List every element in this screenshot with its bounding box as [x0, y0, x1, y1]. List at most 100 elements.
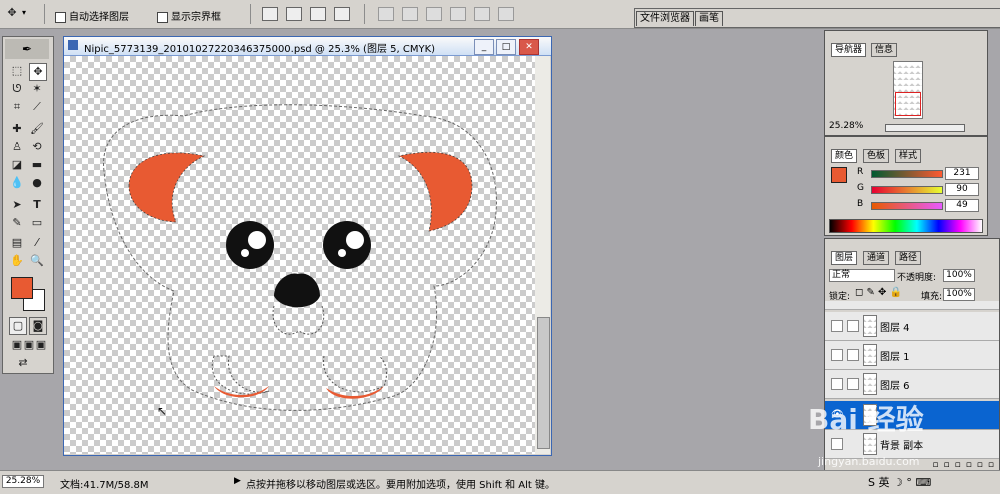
bear-artwork: ↖ [103, 104, 497, 418]
tab-color[interactable]: 颜色 [831, 149, 858, 163]
marquee-tool-icon[interactable]: ⬚ [9, 63, 25, 79]
tab-swatches[interactable]: 色板 [863, 149, 890, 163]
magic-wand-tool-icon[interactable]: ✶ [29, 81, 45, 97]
visibility-toggle[interactable] [831, 349, 843, 361]
channel-slider-r[interactable] [871, 170, 943, 178]
fill-input[interactable]: 100% [943, 288, 975, 301]
shape-tool-icon[interactable]: ▭ [29, 215, 45, 231]
history-brush-icon[interactable]: ⟲ [29, 139, 45, 155]
tab-navigator[interactable]: 导航器 [831, 43, 867, 57]
auto-select-option[interactable]: 自动选择图层 [55, 8, 129, 23]
close-button[interactable]: ✕ [519, 39, 539, 55]
tab-layers[interactable]: 图层 [831, 251, 858, 265]
minimize-button[interactable]: _ [474, 39, 494, 55]
document-window: Nipic_5773139_20101027220346375000.psd @… [63, 36, 552, 456]
scrollbar-thumb[interactable] [537, 317, 550, 449]
color-spectrum-bar[interactable] [829, 219, 983, 233]
move-tool-icon[interactable]: ✥ [29, 63, 47, 81]
distribute-right-icon[interactable] [498, 7, 514, 21]
canvas[interactable]: ↖ [64, 56, 535, 454]
screen-mode-full-icon[interactable]: ▣ [33, 337, 49, 353]
align-left-icon[interactable] [334, 7, 350, 21]
left-paw [214, 386, 269, 398]
ime-indicator[interactable]: S 英 ☽ ° ⌨ [868, 474, 931, 490]
move-tool-preset-icon[interactable]: ✥ [4, 5, 20, 21]
align-vcenter-icon[interactable] [286, 7, 302, 21]
blur-tool-icon[interactable]: 💧 [9, 175, 25, 191]
layer-row-partial[interactable] [825, 301, 999, 310]
color-foreground-swatch[interactable] [831, 167, 847, 183]
navigator-zoom[interactable]: 25.28% [829, 121, 863, 131]
lock-icons[interactable]: ◻ ✎ ✥ 🔒 [855, 287, 902, 298]
navigator-panel: 导航器 信息 25.28% [824, 30, 988, 136]
layer-name: 图层 4 [880, 323, 910, 334]
eraser-tool-icon[interactable]: ◪ [9, 157, 25, 173]
navigator-view-box[interactable] [895, 92, 921, 116]
tab-info[interactable]: 信息 [871, 43, 898, 57]
lasso-tool-icon[interactable]: ᘎ [9, 81, 25, 97]
dodge-tool-icon[interactable]: ● [29, 175, 45, 191]
tab-styles[interactable]: 样式 [895, 149, 922, 163]
channel-slider-g[interactable] [871, 186, 943, 194]
play-arrow-icon: ▶ [234, 476, 241, 486]
align-bottom-icon[interactable] [310, 7, 326, 21]
visibility-toggle[interactable] [831, 378, 843, 390]
left-ear [128, 152, 206, 223]
visibility-toggle[interactable] [831, 320, 843, 332]
auto-select-checkbox[interactable] [55, 11, 66, 23]
distribute-vcenter-icon[interactable] [402, 7, 418, 21]
opacity-input[interactable]: 100% [943, 269, 975, 282]
notes-tool-icon[interactable]: ▤ [9, 235, 25, 251]
channel-slider-b[interactable] [871, 202, 943, 210]
hand-tool-icon[interactable]: ✋ [9, 253, 25, 269]
maximize-button[interactable]: □ [496, 39, 516, 55]
brush-tool-icon[interactable]: 🖌 [29, 121, 45, 137]
status-zoom-input[interactable]: 25.28% [2, 475, 44, 488]
clone-stamp-icon[interactable]: ♙ [9, 139, 25, 155]
layer-row[interactable]: 图层 4 [825, 312, 999, 341]
channel-input-b[interactable]: 49 [945, 199, 979, 212]
distribute-bottom-icon[interactable] [426, 7, 442, 21]
link-toggle[interactable] [847, 378, 859, 390]
separator [44, 4, 45, 24]
link-toggle[interactable] [847, 349, 859, 361]
visibility-toggle[interactable] [831, 438, 843, 450]
quick-mask-icon[interactable]: ◙ [29, 317, 47, 335]
navigator-preview[interactable] [893, 61, 923, 119]
tab-file-browser[interactable]: 文件浏览器 [636, 11, 694, 26]
navigator-zoom-slider[interactable] [885, 124, 965, 132]
document-size-info[interactable]: 文档:41.7M/58.8M [60, 476, 149, 491]
type-tool-icon[interactable]: T [29, 197, 45, 213]
jump-to-imageready-icon[interactable]: ⇄ [15, 355, 31, 371]
tab-paths[interactable]: 路径 [895, 251, 922, 265]
zoom-tool-icon[interactable]: 🔍 [29, 253, 45, 269]
eyedropper-icon[interactable]: ⁄ [29, 235, 45, 251]
distribute-left-icon[interactable] [450, 7, 466, 21]
slice-tool-icon[interactable]: ⟋ [29, 99, 45, 115]
channel-input-r[interactable]: 231 [945, 167, 979, 180]
standard-mode-icon[interactable]: ▢ [9, 317, 27, 335]
show-bounds-option[interactable]: 显示宗界框 [157, 8, 221, 23]
document-titlebar[interactable]: Nipic_5773139_20101027220346375000.psd @… [64, 37, 551, 56]
tab-channels[interactable]: 通道 [863, 251, 890, 265]
gradient-tool-icon[interactable]: ▬ [29, 157, 45, 173]
pen-tool-icon[interactable]: ✎ [9, 215, 25, 231]
path-select-icon[interactable]: ➤ [9, 197, 25, 213]
distribute-hcenter-icon[interactable] [474, 7, 490, 21]
blend-mode-select[interactable]: 正常 [829, 269, 895, 282]
tab-brushes[interactable]: 画笔 [695, 11, 723, 26]
align-top-icon[interactable] [262, 7, 278, 21]
distribute-top-icon[interactable] [378, 7, 394, 21]
healing-brush-icon[interactable]: ✚ [9, 121, 25, 137]
mouse-cursor-icon: ↖ [157, 404, 167, 418]
layer-row[interactable]: 图层 1 [825, 341, 999, 370]
link-toggle[interactable] [847, 320, 859, 332]
crop-tool-icon[interactable]: ⌗ [9, 99, 25, 115]
nose [274, 273, 320, 308]
show-bounds-checkbox[interactable] [157, 11, 168, 23]
adobe-logo-icon[interactable]: ✒ [5, 39, 49, 59]
channel-input-g[interactable]: 90 [945, 183, 979, 196]
layer-row[interactable]: 图层 6 [825, 370, 999, 399]
foreground-color-swatch-top[interactable] [11, 277, 33, 299]
chevron-down-icon[interactable]: ▾ [22, 8, 26, 17]
